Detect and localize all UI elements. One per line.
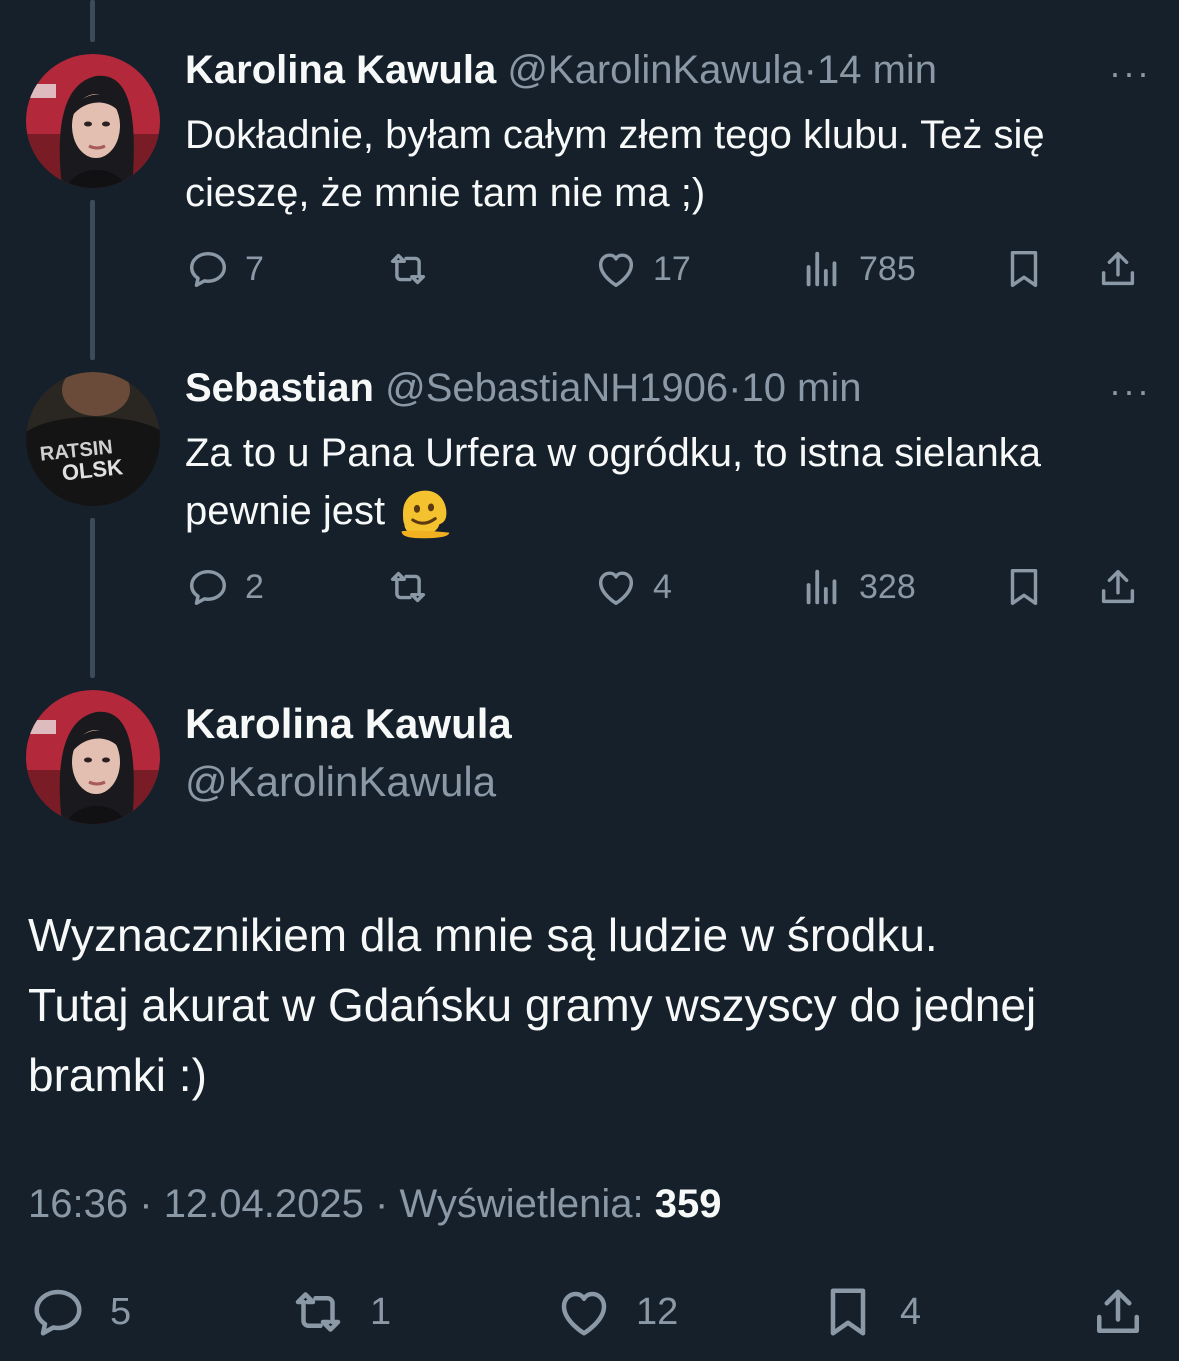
author-handle[interactable]: @KarolinKawula xyxy=(185,758,496,806)
repost-count: 1 xyxy=(370,1290,392,1333)
tweet-text: Wyznacznikiem dla mnie są ludzie w środk… xyxy=(28,900,1158,1110)
more-options-icon[interactable]: ··· xyxy=(1109,52,1151,94)
tweet-text: Dokładnie, byłam całym złem tego klubu. … xyxy=(185,113,1045,215)
thread-line-top xyxy=(90,0,95,42)
reply-count: 2 xyxy=(245,567,264,606)
reply-icon xyxy=(34,1289,82,1336)
timestamp[interactable]: 14 min xyxy=(817,48,937,92)
reply-icon xyxy=(189,569,227,606)
avatar-sebastian[interactable]: RATSIN OLSK xyxy=(26,372,160,506)
reply2-header: Sebastian @SebastiaNH1906·10 min xyxy=(185,366,862,411)
reply1-actions: 7 17 785 xyxy=(185,244,1149,294)
author-handle[interactable]: @SebastiaNH1906 xyxy=(385,366,728,410)
heart-icon xyxy=(598,253,634,288)
like-count: 17 xyxy=(653,249,691,288)
share-button[interactable] xyxy=(1095,244,1155,294)
reply1-header: Karolina Kawula @KarolinKawula·14 min xyxy=(185,48,937,93)
reply-count: 7 xyxy=(245,249,264,288)
thread-line-2 xyxy=(90,518,95,678)
reply-count: 5 xyxy=(110,1290,132,1333)
tweet-time[interactable]: 16:36 xyxy=(28,1182,128,1226)
bookmark-button[interactable]: 4 xyxy=(818,1282,921,1342)
share-icon xyxy=(1101,569,1135,604)
reply-icon xyxy=(189,251,227,288)
like-button[interactable]: 17 xyxy=(593,244,691,294)
bookmark-button[interactable] xyxy=(1001,562,1061,612)
reply-button[interactable]: 7 xyxy=(185,244,264,294)
main-actions: 5 1 12 4 xyxy=(28,1282,1151,1342)
tweet-text-line-3: bramki :) xyxy=(28,1049,207,1101)
author-name[interactable]: Karolina Kawula xyxy=(185,48,496,92)
separator-dot: · xyxy=(803,48,817,92)
bookmark-icon xyxy=(1010,568,1038,606)
repost-icon xyxy=(295,1292,341,1332)
repost-button[interactable] xyxy=(385,562,445,612)
author-handle[interactable]: @KarolinKawula xyxy=(507,48,803,92)
bookmark-button[interactable] xyxy=(1001,244,1061,294)
bookmark-count: 4 xyxy=(900,1290,922,1333)
timestamp[interactable]: 10 min xyxy=(741,366,861,410)
views-icon xyxy=(806,569,837,605)
avatar-karolina-main[interactable] xyxy=(26,690,160,824)
reply2-actions: 2 4 328 xyxy=(185,562,1149,612)
views-label: Wyświetlenia: xyxy=(399,1182,644,1226)
separator-dot: · xyxy=(139,1182,153,1226)
reply-button[interactable]: 2 xyxy=(185,562,264,612)
tweet-text-line-1: Wyznacznikiem dla mnie są ludzie w środk… xyxy=(28,909,938,961)
repost-button[interactable]: 1 xyxy=(288,1282,391,1342)
views-count: 328 xyxy=(859,567,916,606)
reply-button[interactable]: 5 xyxy=(28,1282,131,1342)
tweet-text-content: Za to u Pana Urfera w ogródku, to istna … xyxy=(185,431,1042,533)
like-count: 12 xyxy=(636,1290,679,1333)
separator-dot: · xyxy=(728,366,742,410)
share-icon xyxy=(1097,1289,1139,1333)
views-button[interactable]: 785 xyxy=(799,244,916,294)
repost-icon xyxy=(390,253,426,285)
repost-icon xyxy=(390,571,426,603)
share-button[interactable] xyxy=(1088,1282,1148,1342)
tweet-text-line-2: Tutaj akurat w Gdańsku gramy wszyscy do … xyxy=(28,979,1037,1031)
author-name[interactable]: Sebastian xyxy=(185,366,374,410)
more-options-icon[interactable]: ··· xyxy=(1109,370,1151,412)
share-button[interactable] xyxy=(1095,562,1155,612)
tweet-date[interactable]: 12.04.2025 xyxy=(164,1182,364,1226)
like-count: 4 xyxy=(653,567,672,606)
separator-dot: · xyxy=(375,1182,389,1226)
tweet-meta: 16:36 · 12.04.2025 · Wyświetlenia: 359 xyxy=(28,1182,722,1227)
like-button[interactable]: 4 xyxy=(593,562,672,612)
repost-button[interactable] xyxy=(385,244,445,294)
views-icon xyxy=(806,251,837,287)
views-count[interactable]: 359 xyxy=(655,1182,722,1226)
melting-face-icon xyxy=(401,491,450,539)
views-count: 785 xyxy=(859,249,916,288)
share-icon xyxy=(1101,251,1135,286)
like-button[interactable]: 12 xyxy=(554,1282,678,1342)
author-name[interactable]: Karolina Kawula xyxy=(185,700,512,748)
heart-icon xyxy=(561,1291,607,1336)
bookmark-icon xyxy=(830,1288,866,1336)
heart-icon xyxy=(598,571,634,606)
avatar-karolina[interactable] xyxy=(26,54,160,188)
tweet-text: Za to u Pana Urfera w ogródku, to istna … xyxy=(185,424,1145,541)
thread-line-1 xyxy=(90,200,95,360)
views-button[interactable]: 328 xyxy=(799,562,916,612)
bookmark-icon xyxy=(1010,250,1038,288)
